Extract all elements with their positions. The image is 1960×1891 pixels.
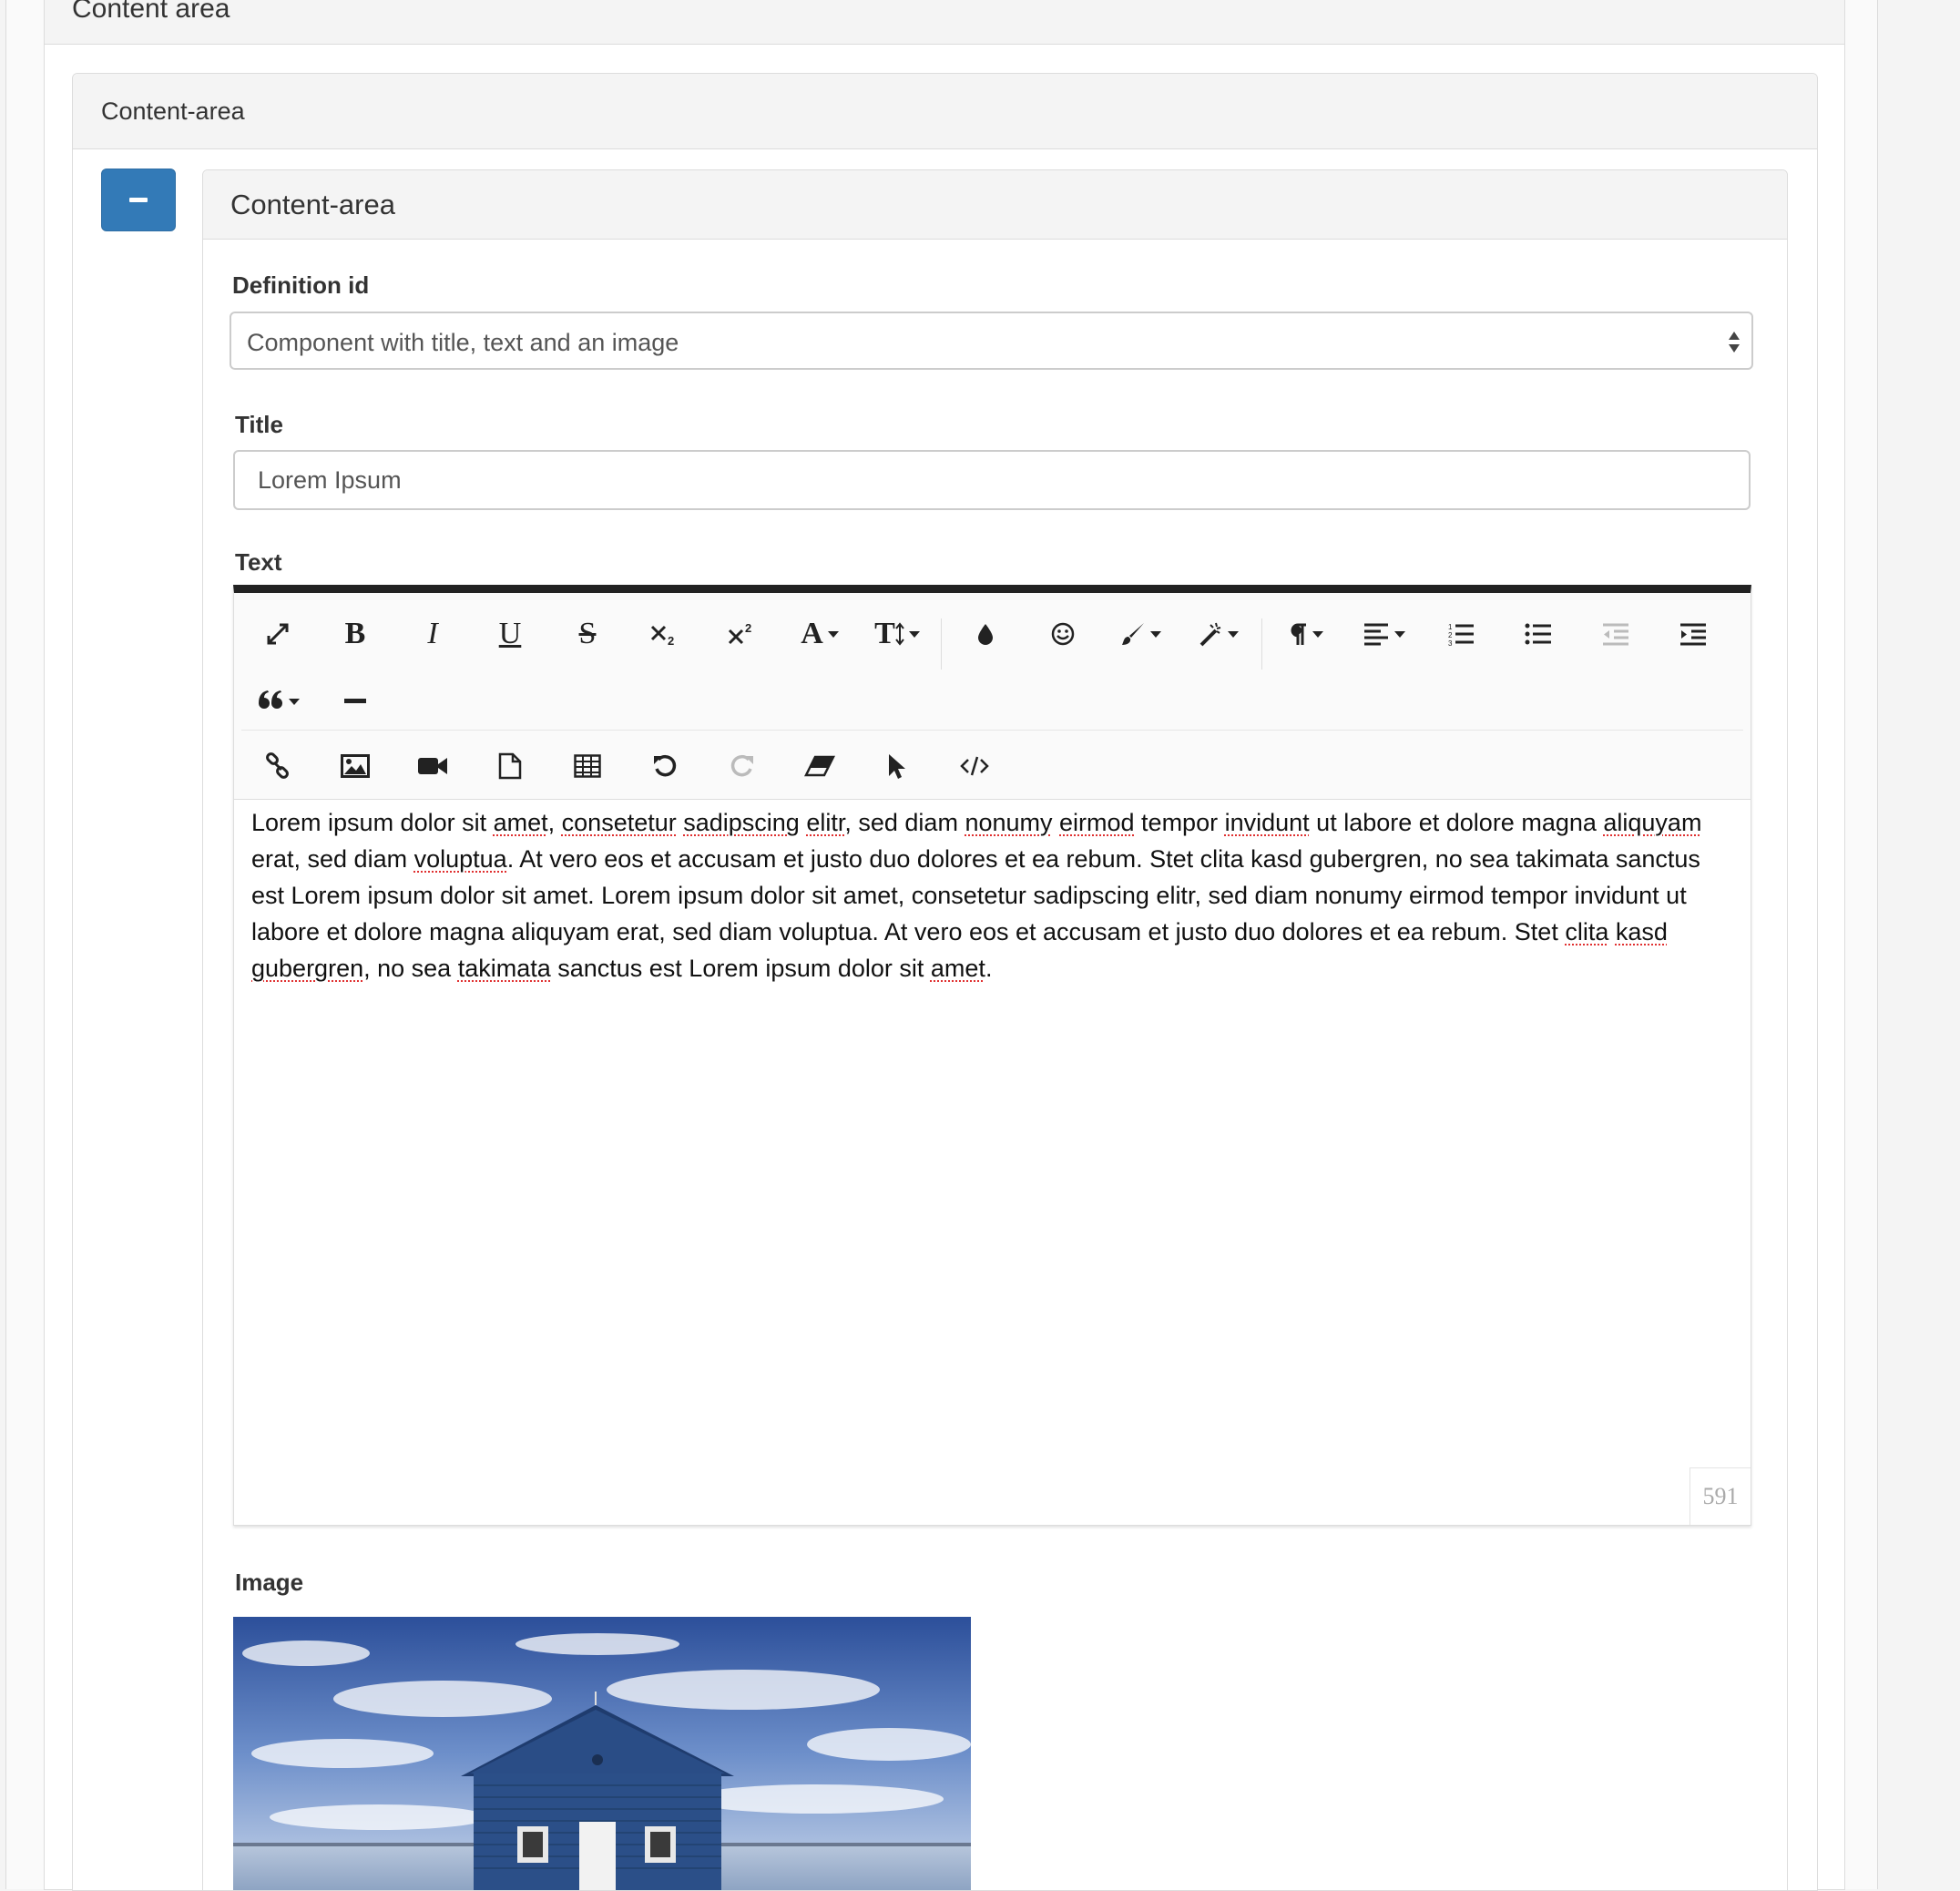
text-segment: sanctus est Lorem ipsum dolor sit [550, 955, 931, 982]
editor-content[interactable]: Lorem ipsum dolor sit amet, consetetur s… [251, 804, 1734, 986]
svg-text:2: 2 [1448, 631, 1453, 639]
rich-text-editor: B I U S 2 2 A T 123 Lorem ipsum dolor si… [233, 585, 1751, 1526]
component-image[interactable] [233, 1617, 971, 1890]
toolbar-row-divider [241, 730, 1743, 731]
misspelled-word: gubergren [251, 955, 364, 982]
bold-icon[interactable]: B [319, 608, 392, 659]
svg-text:2: 2 [745, 621, 751, 635]
ordered-list-icon[interactable]: 123 [1424, 608, 1497, 659]
definition-id-select[interactable]: Component with title, text and an image [230, 312, 1753, 370]
collapse-button[interactable] [101, 169, 176, 231]
title-input[interactable]: Lorem Ipsum [233, 450, 1751, 510]
text-label: Text [235, 548, 282, 576]
svg-text:1: 1 [1448, 623, 1453, 631]
toolbar-separator [941, 618, 942, 670]
quote-icon[interactable] [241, 676, 314, 727]
select-all-icon[interactable] [861, 741, 934, 792]
indent-icon[interactable] [1657, 608, 1730, 659]
text-segment: erat, sed diam [251, 845, 414, 873]
component-panel-heading: Content-area [203, 170, 1787, 240]
color-icon[interactable] [949, 608, 1022, 659]
text-segment [1608, 918, 1616, 946]
file-icon[interactable] [474, 741, 546, 792]
title-input-value: Lorem Ipsum [258, 466, 402, 494]
misspelled-word: invidunt [1224, 809, 1310, 836]
select-arrows-icon [1729, 332, 1740, 353]
unordered-list-icon[interactable] [1502, 608, 1575, 659]
misspelled-word: nonumy [965, 809, 1053, 836]
misspelled-word: amet [930, 955, 985, 982]
align-icon[interactable] [1347, 608, 1420, 659]
misspelled-word: amet [493, 809, 548, 836]
text-segment: Lorem ipsum dolor sit [251, 809, 494, 836]
horizontal-rule-icon[interactable] [319, 676, 392, 727]
misspelled-word: takimata [457, 955, 551, 982]
definition-id-value: Component with title, text and an image [247, 329, 679, 356]
misspelled-word: kasd [1615, 918, 1668, 946]
image-label: Image [235, 1569, 304, 1596]
misspelled-word: eirmod [1059, 809, 1135, 836]
html-icon[interactable] [938, 741, 1011, 792]
undo-icon[interactable] [628, 741, 701, 792]
underline-icon[interactable]: U [474, 608, 546, 659]
eraser-icon[interactable] [783, 741, 856, 792]
misspelled-word: consetetur [561, 809, 677, 836]
boathouse-image [233, 1617, 971, 1890]
magic-wand-icon[interactable] [1181, 608, 1254, 659]
text-segment: , no sea [363, 955, 458, 982]
paint-brush-icon[interactable] [1104, 608, 1177, 659]
insert-image-icon[interactable] [319, 741, 392, 792]
misspelled-word: aliquyam [1603, 809, 1702, 836]
table-icon[interactable] [551, 741, 624, 792]
content-area-subpanel-heading: Content-area [73, 74, 1817, 149]
text-segment: , [547, 809, 562, 836]
character-counter: 591 [1689, 1467, 1751, 1525]
font-size-icon[interactable]: T [861, 608, 934, 659]
emoticons-icon[interactable] [1026, 608, 1099, 659]
outdent-icon[interactable] [1579, 608, 1652, 659]
text-segment: , sed diam [844, 809, 965, 836]
text-segment: tempor [1134, 809, 1225, 836]
fullscreen-icon[interactable] [241, 608, 314, 659]
definition-id-label: Definition id [232, 271, 370, 299]
italic-icon[interactable]: I [396, 608, 469, 659]
superscript-icon[interactable]: 2 [706, 608, 779, 659]
editor-toolbar: B I U S 2 2 A T 123 [234, 593, 1751, 800]
link-icon[interactable] [241, 741, 314, 792]
content-area-panel-heading: Content area [45, 0, 1844, 45]
text-segment [1053, 809, 1060, 836]
minus-icon [129, 198, 148, 202]
strikethrough-icon[interactable]: S [551, 608, 624, 659]
misspelled-word: sadipscing [683, 809, 800, 836]
video-icon[interactable] [396, 741, 469, 792]
subscript-icon[interactable]: 2 [628, 608, 701, 659]
title-label: Title [235, 411, 283, 438]
misspelled-word: elitr [806, 809, 845, 836]
toolbar-separator [1261, 618, 1262, 670]
text-segment: ut labore et dolore magna [1309, 809, 1604, 836]
text-segment: . [985, 955, 993, 982]
svg-text:2: 2 [668, 634, 674, 647]
svg-text:3: 3 [1448, 639, 1453, 647]
misspelled-word: voluptua [413, 845, 507, 873]
redo-icon[interactable] [706, 741, 779, 792]
misspelled-word: clita [1565, 918, 1609, 946]
paragraph-icon[interactable] [1270, 608, 1342, 659]
font-family-icon[interactable]: A [783, 608, 856, 659]
